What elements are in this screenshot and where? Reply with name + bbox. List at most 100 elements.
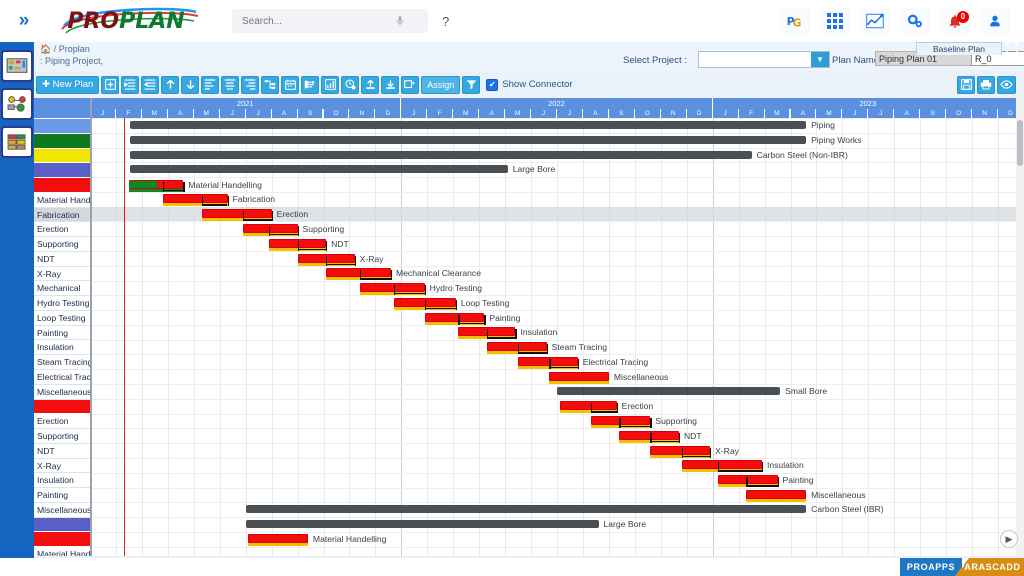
indent-button[interactable]	[121, 75, 140, 94]
task-list-item[interactable]: X-Ray	[34, 459, 90, 474]
show-connector-toggle[interactable]: ✔ Show Connector	[486, 78, 573, 91]
task-list-item[interactable]: Miscellaneous	[34, 503, 90, 518]
task-list-item-label: Miscellaneous	[37, 504, 90, 515]
copy-add-button[interactable]	[401, 75, 420, 94]
task-list-color-band[interactable]	[34, 399, 90, 415]
gantt-task-bar[interactable]	[486, 342, 547, 352]
sidebar-app-modules[interactable]	[1, 126, 33, 158]
gantt-summary-bar[interactable]	[130, 135, 807, 144]
gantt-connector	[455, 299, 458, 310]
gantt-summary-bar[interactable]	[130, 165, 508, 174]
gantt-task-bar[interactable]	[326, 268, 391, 278]
sidebar-collapse-toggle[interactable]: »	[0, 10, 46, 32]
task-list-item[interactable]: Hydro Testing	[34, 296, 90, 311]
task-list-item[interactable]: Painting	[34, 326, 90, 341]
resource-button[interactable]	[301, 75, 320, 94]
report-chart-button[interactable]	[321, 75, 340, 94]
gantt-task-bar[interactable]	[248, 534, 308, 544]
analytics-chart-icon[interactable]	[860, 7, 890, 35]
gantt-task-bar[interactable]	[359, 283, 425, 293]
sidebar-app-network[interactable]	[1, 88, 33, 120]
upload-button[interactable]	[361, 75, 380, 94]
task-list-item[interactable]: Material Handelling	[34, 193, 90, 208]
network-diagram-button[interactable]	[261, 75, 280, 94]
gantt-task-bar[interactable]	[424, 312, 485, 322]
save-button[interactable]	[957, 75, 975, 94]
align-center-button[interactable]	[221, 75, 240, 94]
task-list-item[interactable]: Loop Testing	[34, 311, 90, 326]
task-list-item[interactable]: Painting	[34, 488, 90, 503]
scroll-right-button[interactable]: ▶	[1000, 530, 1018, 548]
notifications-bell-icon[interactable]: 0	[940, 7, 970, 35]
vertical-scrollbar[interactable]	[1016, 98, 1024, 556]
assign-button[interactable]: Assign	[421, 75, 461, 94]
filter-button[interactable]	[462, 75, 481, 94]
download-button[interactable]	[381, 75, 400, 94]
fullscreen-icon[interactable]	[1004, 41, 1020, 55]
user-profile-icon[interactable]	[980, 7, 1010, 35]
help-icon[interactable]: ?	[442, 14, 449, 29]
progress-clock-button[interactable]	[341, 75, 360, 94]
outdent-button[interactable]	[141, 75, 160, 94]
task-list-item[interactable]: Electrical Tracing	[34, 370, 90, 385]
task-list-item[interactable]: NDT	[34, 252, 90, 267]
tab-baseline-plan[interactable]: Baseline Plan	[916, 42, 1002, 55]
task-list-item[interactable]: Steam Tracing	[34, 355, 90, 371]
gantt-task-bar[interactable]	[549, 371, 609, 381]
task-list-color-band[interactable]	[34, 119, 90, 134]
task-list-item[interactable]: Supporting	[34, 237, 90, 252]
task-list-item[interactable]: Erection	[34, 222, 90, 238]
search-input[interactable]	[240, 14, 394, 28]
pg-logo-icon[interactable]: PG	[780, 7, 810, 35]
move-up-button[interactable]	[161, 75, 180, 94]
microphone-icon[interactable]	[394, 15, 406, 27]
sidebar-app-proplan[interactable]	[1, 50, 33, 82]
task-list-color-band[interactable]	[34, 517, 90, 533]
task-list-color-band[interactable]	[34, 133, 90, 149]
select-project-dropdown[interactable]: ▼	[698, 51, 830, 68]
scroll-thumb[interactable]	[1017, 120, 1023, 166]
search-box[interactable]	[232, 9, 428, 33]
show-connector-checkbox[interactable]: ✔	[486, 78, 499, 91]
task-list-item[interactable]: Erection	[34, 414, 90, 430]
gantt-task-bar[interactable]	[201, 209, 272, 219]
task-list-item[interactable]: Material Handelling	[34, 547, 90, 556]
task-list-item[interactable]: Insulation	[34, 473, 90, 489]
task-list-color-band[interactable]	[34, 178, 90, 193]
breadcrumb[interactable]: 🏠 / Proplan	[40, 44, 90, 55]
move-down-button[interactable]	[181, 75, 200, 94]
task-list-item[interactable]: X-Ray	[34, 267, 90, 282]
task-list-item[interactable]: Insulation	[34, 340, 90, 356]
settings-gears-icon[interactable]	[900, 7, 930, 35]
print-button[interactable]	[977, 75, 995, 94]
task-list-color-band[interactable]	[34, 148, 90, 164]
align-left-button[interactable]	[201, 75, 220, 94]
gantt-connector	[577, 358, 580, 369]
gantt-task-bar[interactable]	[162, 194, 228, 204]
new-plan-button[interactable]: ✚ New Plan	[36, 75, 100, 94]
gantt-task-bar[interactable]	[650, 445, 711, 455]
task-list-item[interactable]: Supporting	[34, 429, 90, 444]
preview-eye-button[interactable]	[997, 75, 1016, 94]
add-row-button[interactable]	[101, 75, 120, 94]
task-list-color-band[interactable]	[34, 532, 90, 548]
gantt-task-bar[interactable]	[681, 460, 762, 470]
gantt-summary-bar[interactable]	[245, 520, 599, 529]
gantt-summary-bar[interactable]	[130, 121, 807, 129]
gantt-summary-bar[interactable]	[245, 505, 807, 514]
task-list-item[interactable]: Miscellaneous	[34, 385, 90, 400]
gantt-task-bar[interactable]	[619, 430, 679, 440]
task-list-color-band[interactable]	[34, 163, 90, 179]
calendar-button[interactable]	[281, 75, 300, 94]
task-list-item[interactable]: Mechanical	[34, 281, 90, 297]
gantt-task-bar[interactable]	[559, 401, 617, 411]
gantt-summary-bar[interactable]	[557, 387, 781, 396]
gantt-summary-bar[interactable]	[130, 150, 752, 159]
task-list-item[interactable]: Fabrication	[34, 207, 90, 223]
gantt-task-bar[interactable]	[746, 490, 807, 499]
gantt-task-bar[interactable]	[518, 356, 578, 366]
align-right-button[interactable]	[241, 75, 260, 94]
timeline-month-cell: A	[894, 109, 921, 118]
apps-grid-icon[interactable]	[820, 7, 850, 35]
task-list-item[interactable]: NDT	[34, 444, 90, 459]
